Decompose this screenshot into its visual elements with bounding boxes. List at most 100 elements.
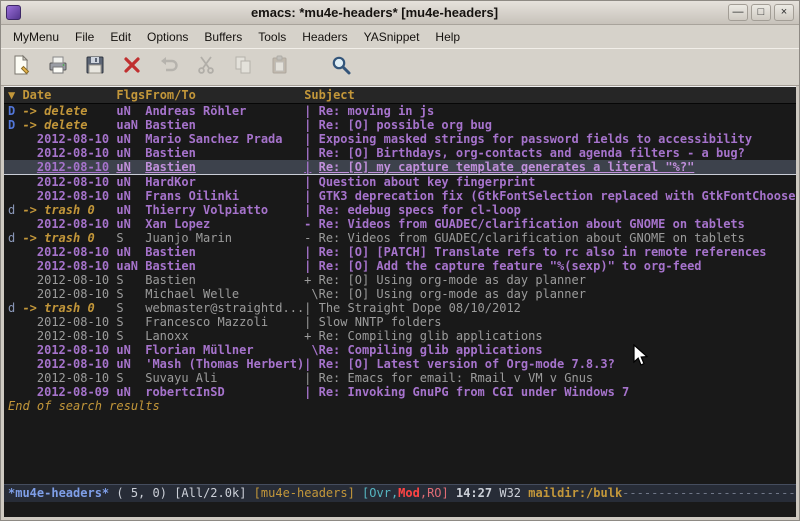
message-row[interactable]: d-> trash 0SJuanjo Marin-Re: Videos from… bbox=[4, 231, 796, 245]
flags-cell: uN bbox=[116, 385, 145, 399]
flags-cell: S bbox=[116, 371, 145, 385]
menu-options[interactable]: Options bbox=[139, 27, 196, 47]
sort-desc-icon: ▼ bbox=[8, 88, 22, 102]
column-header-subject[interactable]: Subject bbox=[304, 87, 796, 103]
echo-area[interactable] bbox=[4, 502, 796, 517]
mark-cell bbox=[8, 371, 22, 385]
message-row[interactable]: 2012-08-10SMichael Welle\Re: [O] Using o… bbox=[4, 287, 796, 301]
copy-button bbox=[230, 54, 256, 80]
mark-cell bbox=[8, 385, 22, 399]
message-row[interactable]: 2012-08-09uNrobertcInSD|Re: Invoking Gnu… bbox=[4, 385, 796, 399]
menu-buffers[interactable]: Buffers bbox=[196, 27, 250, 47]
modeline-filler: ----------------------------------------… bbox=[622, 485, 796, 502]
subject-cell: Re: Videos from GUADEC/clarification abo… bbox=[319, 231, 796, 245]
message-row[interactable]: D-> deleteuNAndreas Röhler|Re: moving in… bbox=[4, 104, 796, 118]
from-cell: Suvayu Ali bbox=[145, 371, 304, 385]
modeline-status-readonly: ,RO] bbox=[420, 485, 456, 502]
from-cell: Florian Müllner bbox=[145, 343, 304, 357]
menu-tools[interactable]: Tools bbox=[250, 27, 294, 47]
message-row[interactable]: 2012-08-10uNMario Sanchez Prada|Exposing… bbox=[4, 132, 796, 146]
column-header-flags[interactable]: Flgs bbox=[116, 87, 145, 103]
message-row[interactable]: 2012-08-10uNFrans Oilinki|GTK3 deprecati… bbox=[4, 189, 796, 203]
mode-line[interactable]: *mu4e-headers* ( 5, 0) [All/2.0k] [mu4e-… bbox=[4, 484, 796, 502]
menu-headers[interactable]: Headers bbox=[294, 27, 355, 47]
emacs-window: emacs: *mu4e-headers* [mu4e-headers] —□×… bbox=[0, 0, 800, 521]
message-row[interactable]: d-> trash 0Swebmaster@straightd...|The S… bbox=[4, 301, 796, 315]
date-cell: 2012-08-10 bbox=[22, 371, 116, 385]
from-cell: Michael Welle bbox=[145, 287, 304, 301]
date-cell: 2012-08-10 bbox=[22, 343, 116, 357]
close-button[interactable]: × bbox=[774, 4, 794, 21]
thread-marker-cell: | bbox=[304, 385, 318, 399]
message-row[interactable]: 2012-08-10uNBastien|Re: [O] my capture t… bbox=[4, 160, 796, 175]
mark-cell bbox=[8, 146, 22, 160]
menu-yasnippet[interactable]: YASnippet bbox=[356, 27, 428, 47]
mark-cell: D bbox=[8, 104, 22, 118]
mark-cell bbox=[8, 329, 22, 343]
mu4e-headers-buffer[interactable]: ▼ Date Flgs From/To Subject D-> deleteuN… bbox=[4, 86, 796, 484]
date-cell: 2012-08-10 bbox=[22, 245, 116, 259]
message-row[interactable]: 2012-08-10SBastien+Re: [O] Using org-mod… bbox=[4, 273, 796, 287]
modeline-buffer-name: *mu4e-headers* bbox=[8, 485, 109, 502]
maximize-icon: □ bbox=[758, 7, 765, 18]
from-cell: webmaster@straightd... bbox=[145, 301, 304, 315]
flags-cell: uN bbox=[116, 203, 145, 217]
message-row[interactable]: 2012-08-10uN'Mash (Thomas Herbert)|Re: [… bbox=[4, 357, 796, 371]
close-icon: × bbox=[781, 7, 787, 18]
minimize-button[interactable]: — bbox=[728, 4, 748, 21]
message-row[interactable]: d-> trash 0uNThierry Volpiatto|Re: edebu… bbox=[4, 203, 796, 217]
subject-cell: Slow NNTP folders bbox=[319, 315, 796, 329]
from-cell: Juanjo Marin bbox=[145, 231, 304, 245]
message-row[interactable]: 2012-08-10uNXan Lopez-Re: Videos from GU… bbox=[4, 217, 796, 231]
date-cell: -> delete bbox=[22, 104, 116, 118]
thread-marker-cell: | bbox=[304, 259, 318, 273]
message-row[interactable]: 2012-08-10SLanoxx+Re: Compiling glib app… bbox=[4, 329, 796, 343]
flags-cell: uN bbox=[116, 189, 145, 203]
window-buttons: — □ × bbox=[728, 4, 794, 21]
message-row[interactable]: 2012-08-10uNBastien|Re: [O] [PATCH] Tran… bbox=[4, 245, 796, 259]
message-row[interactable]: 2012-08-10uNHardKor|Question about key f… bbox=[4, 175, 796, 189]
subject-cell: Re: [O] Latest version of Org-mode 7.8.3… bbox=[319, 357, 796, 371]
message-row[interactable]: 2012-08-10uNBastien|Re: [O] Birthdays, o… bbox=[4, 146, 796, 160]
thread-marker-cell: | bbox=[304, 315, 318, 329]
search-button[interactable] bbox=[328, 54, 354, 80]
subject-cell: Re: [O] my capture template generates a … bbox=[319, 160, 796, 174]
minimize-icon: — bbox=[733, 7, 744, 18]
subject-cell: Re: moving in js bbox=[319, 104, 796, 118]
save-buffer-button[interactable] bbox=[82, 54, 108, 80]
window-menu-icon[interactable] bbox=[6, 5, 21, 20]
flags-cell: S bbox=[116, 315, 145, 329]
flags-cell: uN bbox=[116, 245, 145, 259]
menu-file[interactable]: File bbox=[67, 27, 102, 47]
mark-cell bbox=[8, 273, 22, 287]
menu-help[interactable]: Help bbox=[427, 27, 468, 47]
modeline-maildir: maildir:/bulk bbox=[528, 485, 622, 502]
column-header-from[interactable]: From/To bbox=[145, 87, 304, 103]
from-cell: Francesco Mazzoli bbox=[145, 315, 304, 329]
new-file-button[interactable] bbox=[8, 54, 34, 80]
message-row[interactable]: 2012-08-10uaNBastien|Re: [O] Add the cap… bbox=[4, 259, 796, 273]
date-cell: 2012-08-10 bbox=[22, 259, 116, 273]
from-cell: Bastien bbox=[145, 273, 304, 287]
subject-cell: Re: Invoking GnuPG from CGI under Window… bbox=[319, 385, 796, 399]
maximize-button[interactable]: □ bbox=[751, 4, 771, 21]
message-row[interactable]: 2012-08-10uNFlorian Müllner\Re: Compilin… bbox=[4, 343, 796, 357]
message-row[interactable]: 2012-08-10SFrancesco Mazzoli|Slow NNTP f… bbox=[4, 315, 796, 329]
menu-edit[interactable]: Edit bbox=[102, 27, 139, 47]
date-cell: 2012-08-10 bbox=[22, 160, 116, 174]
message-row[interactable]: D-> deleteuaNBastien|Re: [O] possible or… bbox=[4, 118, 796, 132]
print-button[interactable] bbox=[45, 54, 71, 80]
mark-cell: d bbox=[8, 231, 22, 245]
titlebar[interactable]: emacs: *mu4e-headers* [mu4e-headers] —□× bbox=[1, 1, 799, 25]
kill-buffer-button[interactable] bbox=[119, 54, 145, 80]
column-header-date[interactable]: ▼ Date bbox=[8, 87, 116, 103]
from-cell: Bastien bbox=[145, 259, 304, 273]
date-cell: -> delete bbox=[22, 118, 116, 132]
flags-cell: S bbox=[116, 231, 145, 245]
message-row[interactable]: 2012-08-10SSuvayu Ali|Re: Emacs for emai… bbox=[4, 371, 796, 385]
subject-cell: Re: [O] Birthdays, org-contacts and agen… bbox=[319, 146, 796, 160]
menu-mymenu[interactable]: MyMenu bbox=[5, 27, 67, 47]
from-cell: Xan Lopez bbox=[145, 217, 304, 231]
flags-cell: uN bbox=[116, 104, 145, 118]
message-list: D-> deleteuNAndreas Röhler|Re: moving in… bbox=[4, 104, 796, 399]
